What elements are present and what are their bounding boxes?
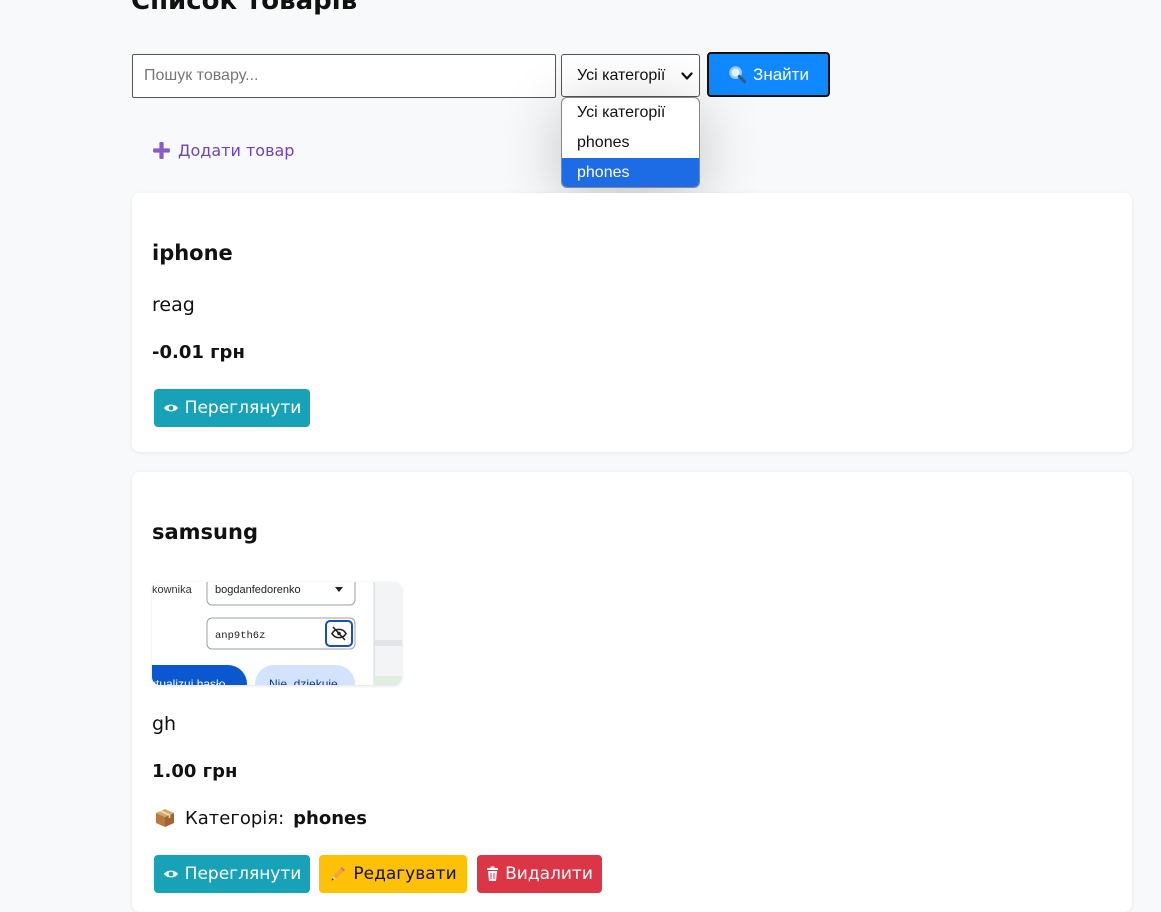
product-description: reag <box>152 294 195 316</box>
package-icon <box>156 809 174 827</box>
view-button[interactable]: Переглянути <box>154 389 310 427</box>
product-description: gh <box>152 713 177 735</box>
product-card: samsung kownika bogdanfedorenko anp9th6z… <box>132 472 1132 912</box>
add-product-label: Додати товар <box>178 140 295 160</box>
eye-icon <box>163 404 178 412</box>
product-image: kownika bogdanfedorenko anp9th6z ktualiz… <box>152 582 402 685</box>
view-button-label: Переглянути <box>184 398 302 418</box>
edit-button-label: Редагувати <box>353 864 457 884</box>
page-title: Список товарів <box>131 0 358 16</box>
edit-button[interactable]: Редагувати <box>319 855 467 893</box>
product-name: iphone <box>152 241 233 265</box>
add-product-link[interactable]: Додати товар <box>152 138 294 162</box>
view-button[interactable]: Переглянути <box>154 855 310 893</box>
thumb-field-label: kownika <box>152 584 193 596</box>
category-select-value: Усі категорії <box>577 66 666 84</box>
dropdown-option-phones-highlighted[interactable]: phones <box>562 158 699 187</box>
eye-icon <box>163 870 178 878</box>
product-price: -0.01 грн <box>152 342 245 363</box>
product-card: iphone reag -0.01 грн Переглянути <box>132 193 1132 452</box>
thumb-secondary-button: Nie, dziękuję <box>269 677 338 685</box>
product-name: samsung <box>152 520 258 544</box>
category-select[interactable]: Усі категорії <box>561 54 700 97</box>
screenshot-thumbnail: kownika bogdanfedorenko anp9th6z ktualiz… <box>152 582 402 685</box>
product-category: Категорія: phones <box>154 807 367 829</box>
pencil-icon <box>331 867 346 881</box>
product-price: 1.00 грн <box>152 761 238 782</box>
search-button-label: Знайти <box>753 64 809 84</box>
delete-button[interactable]: Видалити <box>477 855 602 893</box>
trash-icon <box>487 866 499 881</box>
delete-button-label: Видалити <box>505 864 593 884</box>
chevron-down-icon <box>681 72 693 80</box>
thumb-username: bogdanfedorenko <box>215 584 301 596</box>
plus-icon <box>153 141 170 159</box>
search-input[interactable] <box>132 54 556 98</box>
view-button-label: Переглянути <box>184 864 302 884</box>
category-dropdown[interactable]: Усі категорії phones phones <box>561 97 700 188</box>
thumb-primary-button: ktualizuj hasło <box>152 677 226 685</box>
search-button[interactable]: Знайти <box>707 52 830 97</box>
dropdown-option-phones[interactable]: phones <box>562 128 699 158</box>
thumb-password: anp9th6z <box>215 630 265 642</box>
category-label: Категорія: <box>185 807 285 829</box>
category-value: phones <box>293 807 367 829</box>
magnifier-icon <box>729 66 747 84</box>
dropdown-option-all[interactable]: Усі категорії <box>562 98 699 128</box>
